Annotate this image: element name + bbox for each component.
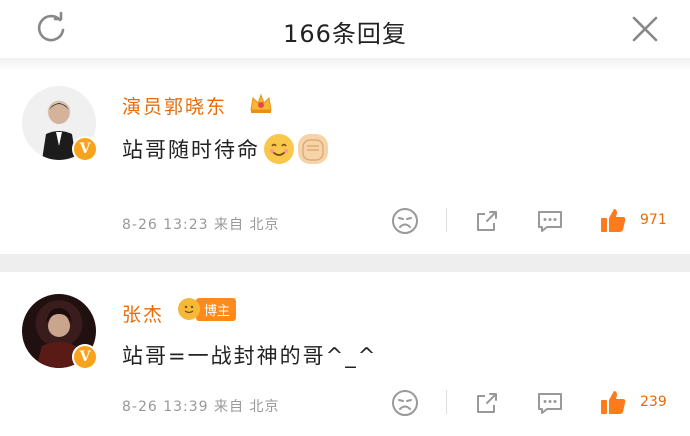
- smile-emoji-icon: [264, 134, 294, 164]
- like-count: 971: [640, 212, 667, 228]
- comment-text-content: 站哥=一战封神的哥^_^: [122, 344, 378, 368]
- comment-actions: 971: [0, 204, 690, 238]
- page-title: 166条回复: [283, 20, 407, 48]
- avatar[interactable]: V: [22, 294, 98, 370]
- comment-text: 站哥=一战封神的哥^_^: [122, 340, 377, 370]
- comment-icon[interactable]: [535, 388, 565, 418]
- share-icon[interactable]: [472, 388, 502, 418]
- dislike-icon[interactable]: [390, 206, 420, 236]
- like-icon[interactable]: [598, 388, 628, 418]
- comment-separator: [0, 254, 690, 272]
- verified-badge: V: [72, 344, 98, 370]
- like-count: 239: [640, 394, 667, 410]
- fan-face-icon: [178, 298, 200, 320]
- fist-emoji-icon: [298, 134, 328, 164]
- like-icon[interactable]: [598, 206, 628, 236]
- comment-text-content: 站哥随时待命: [122, 138, 260, 162]
- comment-actions: 239: [0, 386, 690, 420]
- action-divider: [446, 208, 447, 232]
- blogger-badge: 博主: [178, 297, 237, 321]
- verified-badge: V: [72, 136, 98, 162]
- comment-item: V 张杰 博主 站哥=一战封神的哥^_^ 8-26 13:39 来自 北京 23…: [0, 272, 690, 436]
- action-divider: [446, 390, 447, 414]
- close-icon[interactable]: [628, 12, 662, 46]
- username[interactable]: 张杰: [122, 300, 164, 327]
- header-bar: 166条回复: [0, 0, 690, 58]
- share-icon[interactable]: [472, 206, 502, 236]
- username[interactable]: 演员郭晓东: [122, 92, 227, 119]
- avatar[interactable]: V: [22, 86, 98, 162]
- blogger-badge-label: 博主: [196, 297, 237, 321]
- header-shadow: [0, 58, 690, 70]
- comment-item: V 演员郭晓东 站哥随时待命 8-26 13:23 来自 北京 971: [0, 70, 690, 254]
- comment-text: 站哥随时待命: [122, 134, 328, 164]
- comment-icon[interactable]: [535, 206, 565, 236]
- crown-icon: [250, 93, 272, 113]
- dislike-icon[interactable]: [390, 388, 420, 418]
